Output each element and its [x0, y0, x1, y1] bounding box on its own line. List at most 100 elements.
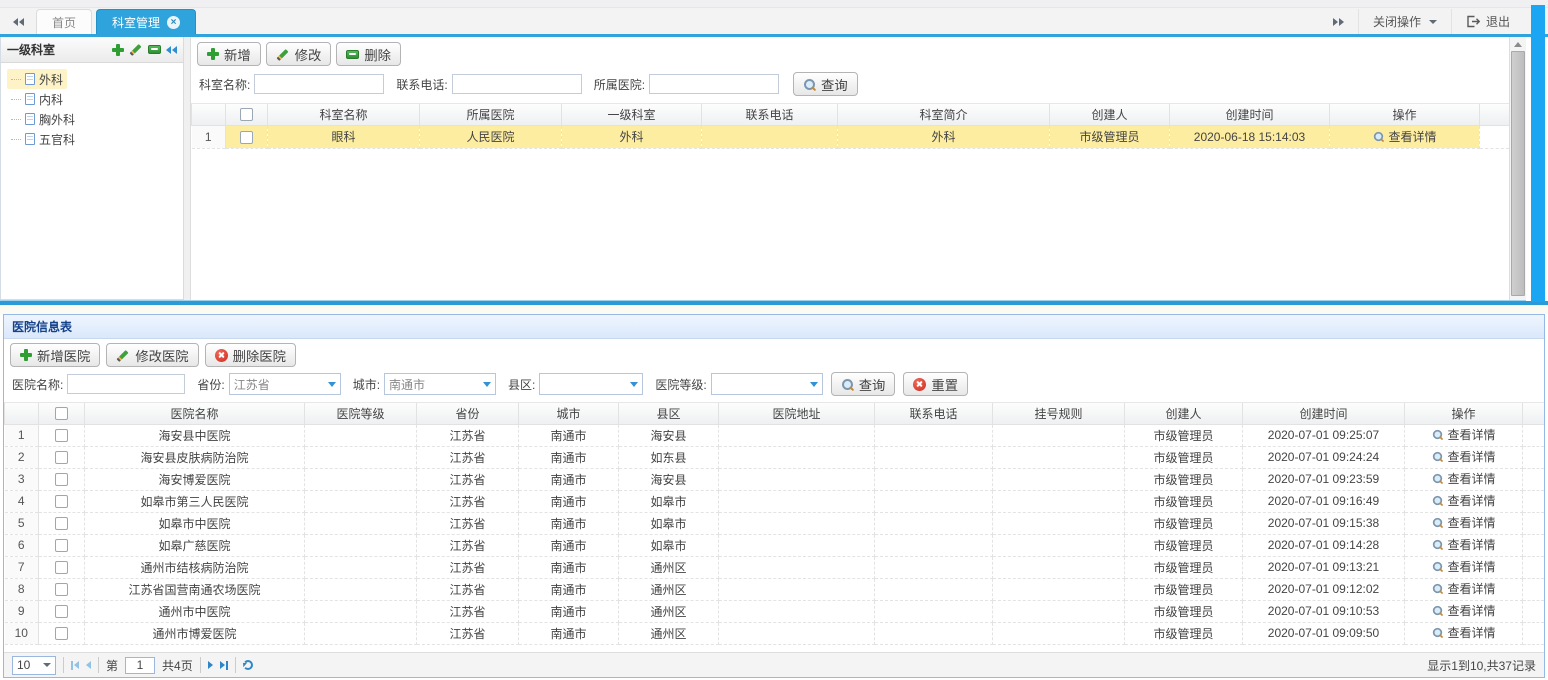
- view-details-link[interactable]: 查看详情: [1431, 448, 1495, 465]
- pager-separator: [98, 657, 99, 673]
- row-checkbox[interactable]: [55, 627, 68, 640]
- view-icon: [1432, 429, 1443, 440]
- next-page-button[interactable]: [208, 661, 213, 669]
- grade-select[interactable]: [711, 373, 823, 395]
- table-row[interactable]: 2 海安县皮肤病防治院 江苏省 南通市 如东县 市级管理员 2020-07-01…: [5, 446, 1545, 468]
- cell-rule: [993, 622, 1125, 644]
- cell-creator: 市级管理员: [1125, 556, 1243, 578]
- first-page-button[interactable]: [71, 661, 79, 670]
- search-button-label: 查询: [859, 375, 886, 394]
- tree-item[interactable]: 五官科: [7, 129, 79, 149]
- province-select[interactable]: 江苏省: [229, 373, 341, 395]
- city-select[interactable]: 南通市: [384, 373, 496, 395]
- table-row[interactable]: 1 海安县中医院 江苏省 南通市 海安县 市级管理员 2020-07-01 09…: [5, 424, 1545, 446]
- row-checkbox[interactable]: [55, 429, 68, 442]
- close-icon[interactable]: ×: [167, 16, 180, 29]
- select-all-checkbox[interactable]: [240, 108, 253, 121]
- row-checkbox[interactable]: [55, 473, 68, 486]
- department-toolbar: 新增 修改 删除: [191, 37, 1509, 70]
- view-details-link[interactable]: 查看详情: [1431, 558, 1495, 575]
- cell-county: 通州区: [619, 622, 719, 644]
- add-button[interactable]: 新增: [197, 42, 261, 66]
- tabs-scroll-left-button[interactable]: [4, 9, 32, 34]
- view-details-link[interactable]: 查看详情: [1431, 426, 1495, 443]
- splitter-handle[interactable]: [184, 37, 191, 300]
- table-row[interactable]: 7 通州市结核病防治院 江苏省 南通市 通州区 市级管理员 2020-07-01…: [5, 556, 1545, 578]
- tab-home[interactable]: 首页: [36, 9, 92, 34]
- row-checkbox[interactable]: [55, 451, 68, 464]
- row-checkbox[interactable]: [55, 495, 68, 508]
- add-button-label: 新增: [224, 45, 251, 64]
- table-row[interactable]: 6 如皋广慈医院 江苏省 南通市 如皋市 市级管理员 2020-07-01 09…: [5, 534, 1545, 556]
- edit-button[interactable]: 修改: [266, 42, 332, 66]
- logout-button[interactable]: 退出: [1451, 9, 1524, 34]
- vertical-scrollbar[interactable]: [1509, 37, 1526, 300]
- select-all-checkbox[interactable]: [55, 407, 68, 420]
- view-details-link[interactable]: 查看详情: [1431, 514, 1495, 531]
- pencil-icon[interactable]: [129, 43, 143, 56]
- table-row[interactable]: 10 通州市博爱医院 江苏省 南通市 通州区 市级管理员 2020-07-01 …: [5, 622, 1545, 644]
- column-header: 挂号规则: [993, 403, 1125, 424]
- table-row[interactable]: 5 如皋市中医院 江苏省 南通市 如皋市 市级管理员 2020-07-01 09…: [5, 512, 1545, 534]
- row-checkbox[interactable]: [55, 561, 68, 574]
- cell-grade: [305, 600, 417, 622]
- cell-city: 南通市: [519, 424, 619, 446]
- view-details-link[interactable]: 查看详情: [1431, 470, 1495, 487]
- view-details-link[interactable]: 查看详情: [1431, 492, 1495, 509]
- view-details-link[interactable]: 查看详情: [1431, 602, 1495, 619]
- logout-label: 退出: [1486, 13, 1510, 30]
- cell-phone: [875, 490, 993, 512]
- view-details-link[interactable]: 查看详情: [1431, 580, 1495, 597]
- view-details-link[interactable]: 查看详情: [1431, 624, 1495, 641]
- row-checkbox[interactable]: [55, 605, 68, 618]
- reset-icon: [913, 378, 926, 391]
- table-row[interactable]: 9 通州市中医院 江苏省 南通市 通州区 市级管理员 2020-07-01 09…: [5, 600, 1545, 622]
- tree-item[interactable]: 内科: [7, 89, 67, 109]
- row-checkbox[interactable]: [240, 131, 253, 144]
- table-row[interactable]: 4 如皋市第三人民医院 江苏省 南通市 如皋市 市级管理员 2020-07-01…: [5, 490, 1545, 512]
- row-number: 9: [5, 600, 39, 622]
- page-size-select[interactable]: 10: [12, 656, 56, 675]
- dept-name-input[interactable]: [254, 74, 384, 94]
- search-button[interactable]: 查询: [793, 72, 858, 96]
- last-page-button[interactable]: [220, 661, 228, 670]
- table-row[interactable]: 3 海安博爱医院 江苏省 南通市 海安县 市级管理员 2020-07-01 09…: [5, 468, 1545, 490]
- view-details-link[interactable]: 查看详情: [1431, 536, 1495, 553]
- previous-page-button[interactable]: [86, 661, 91, 669]
- reset-button[interactable]: 重置: [903, 372, 968, 396]
- chevron-down-icon: [328, 382, 336, 387]
- scroll-up-button[interactable]: [1510, 37, 1526, 51]
- close-operations-dropdown[interactable]: 关闭操作: [1358, 9, 1451, 34]
- dept-phone-input[interactable]: [452, 74, 582, 94]
- refresh-icon[interactable]: [243, 660, 253, 670]
- delete-hospital-button[interactable]: 删除医院: [205, 343, 296, 367]
- search-button[interactable]: 查询: [831, 372, 896, 396]
- arrow-prev-icon: [86, 661, 91, 669]
- row-checkbox[interactable]: [55, 539, 68, 552]
- dept-hospital-input[interactable]: [649, 74, 779, 94]
- edit-hospital-button[interactable]: 修改医院: [106, 343, 198, 367]
- hospital-name-input[interactable]: [67, 374, 185, 394]
- tree-item[interactable]: 外科: [7, 69, 67, 89]
- delete-button[interactable]: 删除: [336, 42, 401, 66]
- page-number-input[interactable]: [125, 657, 155, 674]
- view-details-link[interactable]: 查看详情: [1372, 128, 1436, 145]
- row-number: 7: [5, 556, 39, 578]
- scrollbar-thumb[interactable]: [1511, 51, 1525, 296]
- table-row[interactable]: 1 眼科 人民医院 外科 外科 市级管理员 2020-06-18 15:14:0…: [192, 125, 1510, 148]
- cell-hospital-name: 通州市结核病防治院: [85, 556, 305, 578]
- county-select[interactable]: [539, 373, 643, 395]
- tree-item[interactable]: 胸外科: [7, 109, 79, 129]
- cell-county: 通州区: [619, 556, 719, 578]
- minus-icon[interactable]: [148, 45, 161, 54]
- table-row[interactable]: 8 江苏省国营南通农场医院 江苏省 南通市 通州区 市级管理员 2020-07-…: [5, 578, 1545, 600]
- row-checkbox[interactable]: [55, 583, 68, 596]
- tab-department-management[interactable]: 科室管理 ×: [96, 9, 196, 34]
- row-checkbox[interactable]: [55, 517, 68, 530]
- add-hospital-button[interactable]: 新增医院: [10, 343, 100, 367]
- delete-button-label: 删除: [364, 45, 391, 64]
- cell-address: [719, 446, 875, 468]
- tabs-scroll-right-button[interactable]: [1319, 9, 1358, 34]
- collapse-sidebar-icon[interactable]: [166, 46, 177, 54]
- add-icon[interactable]: [112, 44, 124, 56]
